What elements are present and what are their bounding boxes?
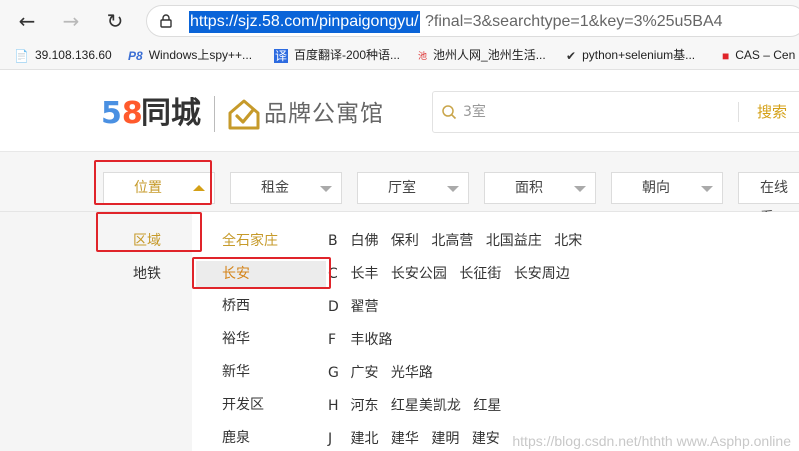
bookmark-item[interactable]: P8 Windows上spy++... — [128, 45, 252, 65]
bookmark-label: 39.108.136.60 — [34, 48, 112, 62]
neighborhood-link[interactable]: 白佛 — [350, 229, 378, 253]
neighborhood-link[interactable]: 长丰 — [350, 262, 378, 286]
address-bar[interactable]: https://sjz.58.com/pinpaigongyu/ ?final=… — [146, 5, 799, 37]
translate-icon: 译 — [274, 48, 288, 63]
logo-digit-5: 5 — [101, 96, 122, 131]
python-icon: ✔ — [566, 48, 577, 63]
forward-arrow-icon[interactable]: → — [58, 8, 84, 34]
annotation-box-district — [96, 212, 202, 252]
filter-label: 朝向 — [642, 180, 670, 196]
url-selected-text[interactable]: https://sjz.58.com/pinpaigongyu/ — [189, 11, 420, 33]
neighborhood-row: G 广安 光华路 — [328, 361, 441, 385]
bookmark-label: CAS – Cen — [735, 48, 796, 62]
lock-icon — [160, 14, 172, 28]
district-item[interactable]: 桥西 — [222, 294, 250, 318]
neighborhood-link[interactable]: 长安周边 — [514, 262, 570, 286]
filter-rooms-dropdown[interactable]: 厅室 — [357, 172, 469, 204]
house-check-icon — [228, 99, 260, 130]
filter-area-dropdown[interactable]: 面积 — [484, 172, 596, 204]
index-letter: D — [328, 299, 339, 315]
bookmark-label: 百度翻译-200种语... — [294, 48, 401, 62]
logo-digit-8: 8 — [121, 96, 143, 131]
neighborhood-link[interactable]: 建北 — [350, 427, 378, 451]
district-item[interactable]: 鹿泉 — [222, 426, 250, 450]
caret-down-icon — [701, 186, 713, 192]
district-item[interactable]: 裕华 — [222, 327, 250, 351]
neighborhood-link[interactable]: 北高营 — [431, 229, 473, 253]
neighborhood-link[interactable]: 翟营 — [350, 295, 378, 319]
bookmark-item[interactable]: ✔ python+selenium基... — [566, 45, 695, 65]
logo-divider — [214, 96, 215, 132]
neighborhood-row: D 翟营 — [328, 295, 386, 319]
neighborhood-link[interactable]: 建明 — [431, 427, 459, 451]
neighborhood-link[interactable]: 红星 — [473, 394, 501, 418]
brand-title: 品牌公寓馆 — [264, 101, 384, 127]
watermark: https://blog.csdn.net/hthth www.Asphp.on… — [512, 433, 791, 449]
index-letter: H — [328, 398, 339, 414]
filter-orientation-dropdown[interactable]: 朝向 — [611, 172, 723, 204]
neighborhood-link[interactable]: 红星美凯龙 — [391, 394, 461, 418]
filter-rent-dropdown[interactable]: 租金 — [230, 172, 342, 204]
neighborhood-link[interactable]: 光华路 — [391, 361, 433, 385]
district-item-all[interactable]: 全石家庄 — [222, 229, 278, 253]
neighborhood-row: H 河东 红星美凯龙 红星 — [328, 394, 509, 418]
bookmark-item[interactable]: 📄 39.108.136.60 — [14, 45, 112, 65]
annotation-box-location — [94, 160, 212, 205]
search-input[interactable] — [463, 100, 723, 124]
neighborhood-link[interactable]: 长安公园 — [391, 262, 447, 286]
neighborhood-link[interactable]: 长征街 — [459, 262, 501, 286]
caret-down-icon — [447, 186, 459, 192]
url-query-text[interactable]: ?final=3&searchtype=1&key=3%25u5BA4 — [425, 11, 723, 33]
bookmark-label: Windows上spy++... — [148, 48, 253, 62]
neighborhood-link[interactable]: 保利 — [391, 229, 419, 253]
p8-icon: P8 — [128, 48, 143, 63]
caret-down-icon — [574, 186, 586, 192]
search-button[interactable]: 搜索 — [757, 101, 787, 123]
district-item[interactable]: 开发区 — [222, 393, 264, 417]
index-letter: J — [328, 431, 333, 447]
browser-toolbar: ← → ↻ https://sjz.58.com/pinpaigongyu/ ?… — [0, 0, 799, 40]
search-divider — [738, 102, 739, 122]
bookmark-item[interactable]: 译百度翻译-200种语... — [274, 45, 400, 65]
bookmark-label: python+selenium基... — [582, 48, 696, 62]
location-type-subway[interactable]: 地铁 — [133, 262, 161, 286]
filter-label: 租金 — [261, 180, 289, 196]
neighborhood-row: B 白佛 保利 北高营 北国益庄 北宋 — [328, 229, 590, 253]
index-letter: B — [328, 233, 338, 249]
back-arrow-icon[interactable]: ← — [14, 8, 40, 34]
bookmark-label: 池州人网_池州生活... — [433, 48, 546, 62]
index-letter: F — [328, 332, 337, 348]
neighborhood-link[interactable]: 建华 — [391, 427, 419, 451]
bookmarks-bar: 📄 39.108.136.60 P8 Windows上spy++... 译百度翻译-… — [0, 40, 799, 70]
search-box: 搜索 — [432, 91, 799, 133]
neighborhood-row: J 建北 建华 建明 建安 — [328, 427, 508, 451]
search-icon — [442, 105, 457, 120]
site-logo[interactable]: 58 — [101, 96, 143, 132]
neighborhood-link[interactable]: 建安 — [472, 427, 500, 451]
index-letter: G — [328, 365, 339, 381]
neighborhood-row: C 长丰 长安公园 长征街 长安周边 — [328, 262, 578, 286]
page-icon: 📄 — [14, 48, 29, 63]
site-header: 58 同城 品牌公寓馆 搜索 — [0, 70, 799, 152]
neighborhood-link[interactable]: 丰收路 — [350, 328, 392, 352]
cas-icon: ■ — [722, 48, 730, 63]
reload-icon[interactable]: ↻ — [102, 8, 128, 34]
logo-text: 同城 — [141, 96, 201, 131]
caret-down-icon — [320, 186, 332, 192]
neighborhood-link[interactable]: 北国益庄 — [486, 229, 542, 253]
bookmark-item[interactable]: 池池州人网_池州生活... — [418, 45, 546, 65]
filter-online-viewing-dropdown[interactable]: 在线看 — [738, 172, 799, 226]
neighborhood-link[interactable]: 河东 — [350, 394, 378, 418]
neighborhood-row: F 丰收路 — [328, 328, 400, 352]
site-icon: 池 — [418, 50, 428, 61]
neighborhood-link[interactable]: 北宋 — [554, 229, 582, 253]
neighborhood-link[interactable]: 广安 — [350, 361, 378, 385]
district-item[interactable]: 新华 — [222, 360, 250, 384]
filter-label: 厅室 — [388, 180, 416, 196]
annotation-box-changan — [192, 257, 331, 289]
filter-label: 面积 — [515, 180, 543, 196]
bookmark-item[interactable]: ■ CAS – Cen — [722, 45, 795, 65]
